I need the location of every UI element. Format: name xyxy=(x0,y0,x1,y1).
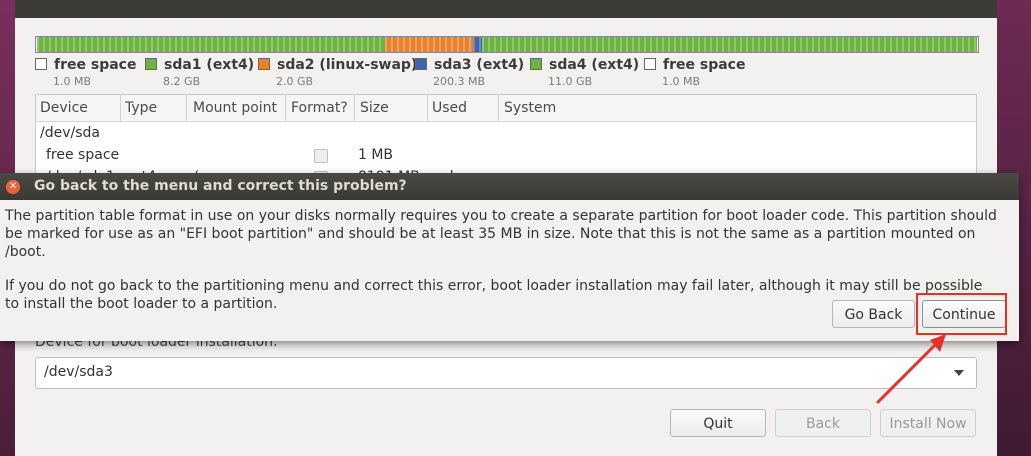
boot-loader-value: /dev/sda3 xyxy=(44,364,113,380)
red-arrow-annotation xyxy=(876,334,946,404)
legend-item: sda3 (ext4) 200.3 MB xyxy=(415,57,524,88)
install-now-button[interactable]: Install Now xyxy=(880,409,976,437)
legend-item: sda1 (ext4) 8.2 GB xyxy=(145,57,254,88)
column-separator xyxy=(285,95,286,121)
legend-size: 2.0 GB xyxy=(276,75,314,88)
partition-legend: free space 1.0 MB sda1 (ext4) 8.2 GB sda… xyxy=(35,57,995,88)
table-row[interactable]: /dev/sda xyxy=(36,122,976,144)
column-type[interactable]: Type xyxy=(125,100,157,116)
column-separator xyxy=(120,95,121,121)
legend-item: sda2 (linux-swap) 2.0 GB xyxy=(258,57,417,88)
legend-item: free space 1.0 MB xyxy=(35,57,136,88)
table-header: Device Type Mount point Format? Size Use… xyxy=(36,95,976,122)
column-device[interactable]: Device xyxy=(40,100,88,116)
legend-size: 1.0 MB xyxy=(662,75,701,88)
quit-button[interactable]: Quit xyxy=(670,409,766,437)
legend-item: free space 1.0 MB xyxy=(644,57,745,88)
column-system[interactable]: System xyxy=(504,100,556,116)
close-icon[interactable]: ✕ xyxy=(6,180,20,194)
dialog-title: Go back to the menu and correct this pro… xyxy=(34,178,407,194)
legend-size: 200.3 MB xyxy=(433,75,486,88)
dialog-paragraph-1: The partition table format in use on you… xyxy=(5,208,997,260)
partition-segment xyxy=(481,37,978,52)
partition-segment xyxy=(977,37,978,52)
legend-swatch xyxy=(415,58,427,70)
legend-size: 1.0 MB xyxy=(53,75,92,88)
column-mount-point[interactable]: Mount point xyxy=(193,100,277,116)
legend-swatch xyxy=(145,58,157,70)
installer-titlebar xyxy=(15,0,997,18)
legend-name: free space xyxy=(54,57,137,73)
continue-highlight-box xyxy=(916,293,1007,335)
partition-segment xyxy=(36,37,385,52)
legend-item: sda4 (ext4) 11.0 GB xyxy=(530,57,639,88)
legend-swatch xyxy=(530,58,542,70)
column-separator xyxy=(427,95,428,121)
legend-name: free space xyxy=(663,57,746,73)
legend-name: sda4 (ext4) xyxy=(549,57,640,73)
boot-loader-select[interactable]: /dev/sda3 xyxy=(35,357,977,389)
column-format[interactable]: Format? xyxy=(291,100,348,116)
column-used[interactable]: Used xyxy=(432,100,467,116)
format-checkbox[interactable] xyxy=(314,149,328,163)
legend-name: sda2 (linux-swap) xyxy=(277,57,418,73)
legend-size: 8.2 GB xyxy=(163,75,201,88)
legend-size: 11.0 GB xyxy=(548,75,593,88)
column-separator xyxy=(354,95,355,121)
legend-name: sda1 (ext4) xyxy=(164,57,255,73)
partition-segment xyxy=(473,37,482,52)
legend-swatch xyxy=(258,58,270,70)
row-device: /dev/sda xyxy=(40,125,100,141)
go-back-button[interactable]: Go Back xyxy=(832,300,915,328)
error-dialog: ✕ Go back to the menu and correct this p… xyxy=(0,173,1019,341)
table-row[interactable]: free space 1 MB xyxy=(36,144,976,166)
dialog-titlebar: ✕ Go back to the menu and correct this p… xyxy=(0,173,1019,200)
back-button[interactable]: Back xyxy=(775,409,871,437)
row-device: free space xyxy=(46,147,120,163)
legend-swatch xyxy=(644,58,656,70)
legend-name: sda3 (ext4) xyxy=(434,57,525,73)
column-size[interactable]: Size xyxy=(360,100,389,116)
partition-segment xyxy=(384,37,474,52)
legend-swatch xyxy=(35,58,47,70)
column-separator xyxy=(498,95,499,121)
column-separator xyxy=(186,95,187,121)
row-size: 1 MB xyxy=(358,147,394,163)
partition-bar xyxy=(35,36,979,53)
